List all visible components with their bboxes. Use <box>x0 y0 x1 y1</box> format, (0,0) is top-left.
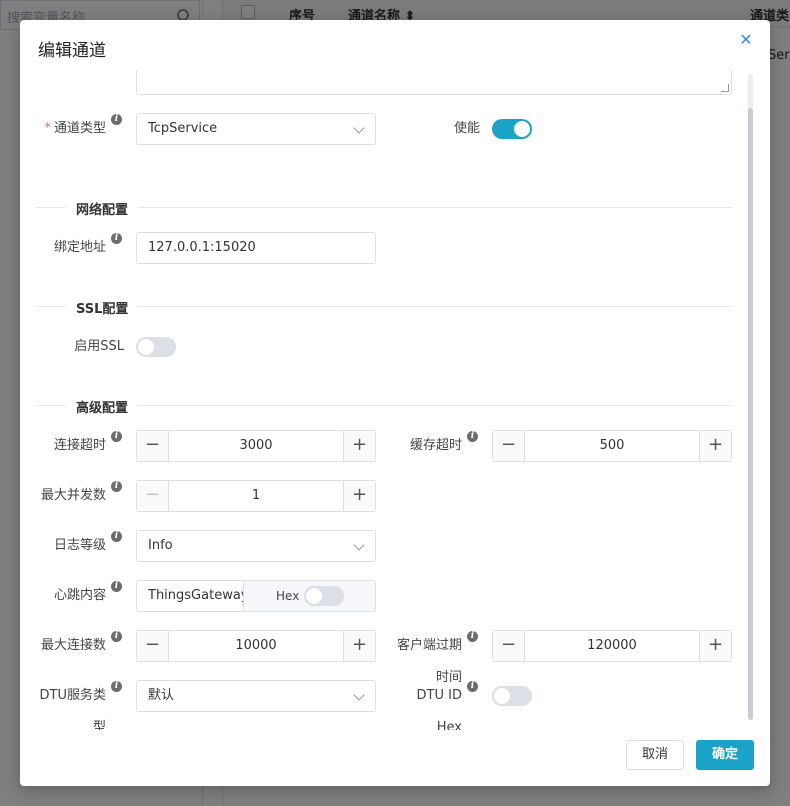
log-level-select[interactable]: Info <box>136 530 376 562</box>
ssl-section-title: SSL配置 <box>66 298 139 317</box>
max-concurrent-stepper: − 1 + <box>136 480 376 512</box>
cache-timeout-input[interactable]: 500 <box>526 431 698 461</box>
client-expire-input[interactable]: 120000 <box>526 631 698 661</box>
dtu-service-type-label-line2: 型 <box>92 720 106 730</box>
network-section-divider <box>36 207 732 208</box>
scrollbar-track[interactable] <box>748 74 753 109</box>
dtu-id-hex-toggle[interactable] <box>492 686 532 706</box>
bind-address-info-icon[interactable]: i <box>111 233 122 244</box>
dtu-service-type-value: 默认 <box>148 688 175 703</box>
dtu-service-type-label: DTU服务类 <box>39 688 106 703</box>
client-expire-decrement-button[interactable]: − <box>493 631 525 661</box>
ssl-enable-toggle[interactable] <box>136 337 176 357</box>
channel-type-select[interactable]: TcpService <box>136 113 376 145</box>
remark-textarea[interactable] <box>136 70 732 95</box>
dtu-id-hex-label: DTU ID <box>416 688 462 703</box>
log-level-label: 日志等级 <box>53 538 106 553</box>
required-mark: * <box>44 121 51 136</box>
max-concurrent-increment-button[interactable]: + <box>343 481 375 511</box>
heartbeat-hex-label: Hex <box>276 589 300 603</box>
client-expire-stepper: − 120000 + <box>492 630 732 662</box>
max-connections-info-icon[interactable]: i <box>111 631 122 642</box>
channel-type-info-icon[interactable]: i <box>111 114 122 125</box>
ok-button[interactable]: 确定 <box>696 740 754 770</box>
bind-address-label: 绑定地址 <box>53 240 106 255</box>
scrollbar-thumb[interactable] <box>748 108 753 720</box>
toggle-knob <box>138 339 154 355</box>
cache-timeout-info-icon[interactable]: i <box>467 431 478 442</box>
channel-type-value: TcpService <box>148 121 218 136</box>
chevron-down-icon <box>353 689 365 701</box>
cache-timeout-increment-button[interactable]: + <box>699 431 731 461</box>
dtu-id-hex-info-icon[interactable]: i <box>467 681 478 692</box>
dtu-id-hex-label-line2: Hex <box>436 720 462 730</box>
dialog-body: * 通道类型 i TcpService 使能 网络配置 绑定地址 i 127.0.… <box>20 70 770 730</box>
log-level-value: Info <box>148 538 173 553</box>
chevron-down-icon <box>353 539 365 551</box>
resize-grip-icon[interactable] <box>721 84 729 92</box>
toggle-knob <box>306 588 322 604</box>
dtu-service-type-select[interactable]: 默认 <box>136 680 376 712</box>
connect-timeout-label: 连接超时 <box>53 438 106 453</box>
cache-timeout-label: 缓存超时 <box>409 438 462 453</box>
dialog-title: 编辑通道 <box>38 41 106 61</box>
cancel-button[interactable]: 取消 <box>626 740 684 770</box>
toggle-knob <box>494 688 510 704</box>
channel-type-label-text: 通道类型 <box>53 121 106 136</box>
max-connections-input[interactable]: 10000 <box>170 631 342 661</box>
ssl-enable-label: 启用SSL <box>74 339 124 354</box>
heartbeat-hex-group: Hex <box>244 580 376 612</box>
client-expire-info-icon[interactable]: i <box>467 631 478 642</box>
cache-timeout-decrement-button[interactable]: − <box>493 431 525 461</box>
dtu-service-type-info-icon[interactable]: i <box>111 681 122 692</box>
heartbeat-info-icon[interactable]: i <box>111 581 122 592</box>
toggle-knob <box>514 121 530 137</box>
max-connections-stepper: − 10000 + <box>136 630 376 662</box>
advanced-section-title: 高级配置 <box>66 397 139 416</box>
heartbeat-hex-toggle[interactable] <box>304 586 344 606</box>
max-concurrent-decrement-button[interactable]: − <box>137 481 169 511</box>
max-connections-increment-button[interactable]: + <box>343 631 375 661</box>
max-connections-decrement-button[interactable]: − <box>137 631 169 661</box>
chevron-down-icon <box>353 122 365 134</box>
client-expire-increment-button[interactable]: + <box>699 631 731 661</box>
connect-timeout-increment-button[interactable]: + <box>343 431 375 461</box>
heartbeat-input[interactable]: ThingsGateway <box>136 580 244 612</box>
advanced-section-divider <box>36 405 732 406</box>
heartbeat-label: 心跳内容 <box>53 588 106 603</box>
edit-channel-dialog: 编辑通道 ✕ * 通道类型 i TcpService 使能 网络配置 绑定地址 i… <box>20 20 770 786</box>
max-concurrent-info-icon[interactable]: i <box>111 481 122 492</box>
connect-timeout-input[interactable]: 3000 <box>170 431 342 461</box>
channel-type-label: * 通道类型 <box>20 113 106 145</box>
ssl-section-divider <box>36 306 732 307</box>
close-icon[interactable]: ✕ <box>738 32 754 48</box>
enable-label: 使能 <box>453 121 480 136</box>
connect-timeout-stepper: − 3000 + <box>136 430 376 462</box>
enable-toggle[interactable] <box>492 119 532 139</box>
cache-timeout-stepper: − 500 + <box>492 430 732 462</box>
connect-timeout-info-icon[interactable]: i <box>111 431 122 442</box>
network-section-title: 网络配置 <box>66 199 139 218</box>
connect-timeout-decrement-button[interactable]: − <box>137 431 169 461</box>
max-concurrent-input[interactable]: 1 <box>170 481 342 511</box>
client-expire-label: 客户端过期 <box>396 638 462 653</box>
bind-address-input[interactable]: 127.0.0.1:15020 <box>136 232 376 264</box>
max-concurrent-label: 最大并发数 <box>40 488 106 503</box>
log-level-info-icon[interactable]: i <box>111 531 122 542</box>
max-connections-label: 最大连接数 <box>40 638 106 653</box>
